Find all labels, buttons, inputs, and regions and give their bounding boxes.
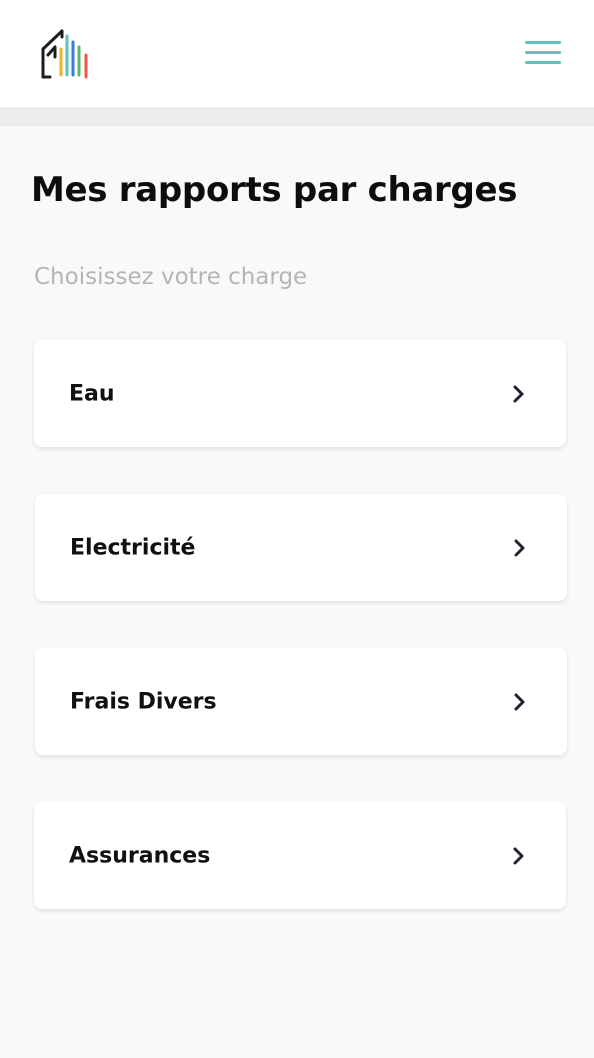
- chevron-right-icon: [512, 384, 526, 404]
- chevron-right-icon: [513, 538, 527, 558]
- charge-card-label: Frais Divers: [70, 689, 217, 714]
- chevron-right-icon: [513, 692, 527, 712]
- charge-card-label: Eau: [69, 381, 115, 406]
- hamburger-menu-icon[interactable]: [520, 36, 566, 70]
- page-title: Mes rapports par charges: [31, 170, 518, 210]
- charge-card-label: Assurances: [69, 843, 211, 868]
- charge-card-eau[interactable]: Eau: [34, 340, 566, 447]
- page-subtitle: Choisissez votre charge: [34, 264, 308, 290]
- house-bars-logo-icon[interactable]: [40, 27, 92, 81]
- charge-card-electricite[interactable]: Electricité: [35, 494, 567, 601]
- charge-card-assurances[interactable]: Assurances: [34, 802, 566, 909]
- charge-card-label: Electricité: [70, 535, 196, 560]
- charge-card-frais-divers[interactable]: Frais Divers: [35, 648, 567, 755]
- app-header: [0, 0, 594, 107]
- header-divider: [0, 107, 594, 126]
- chevron-right-icon: [512, 846, 526, 866]
